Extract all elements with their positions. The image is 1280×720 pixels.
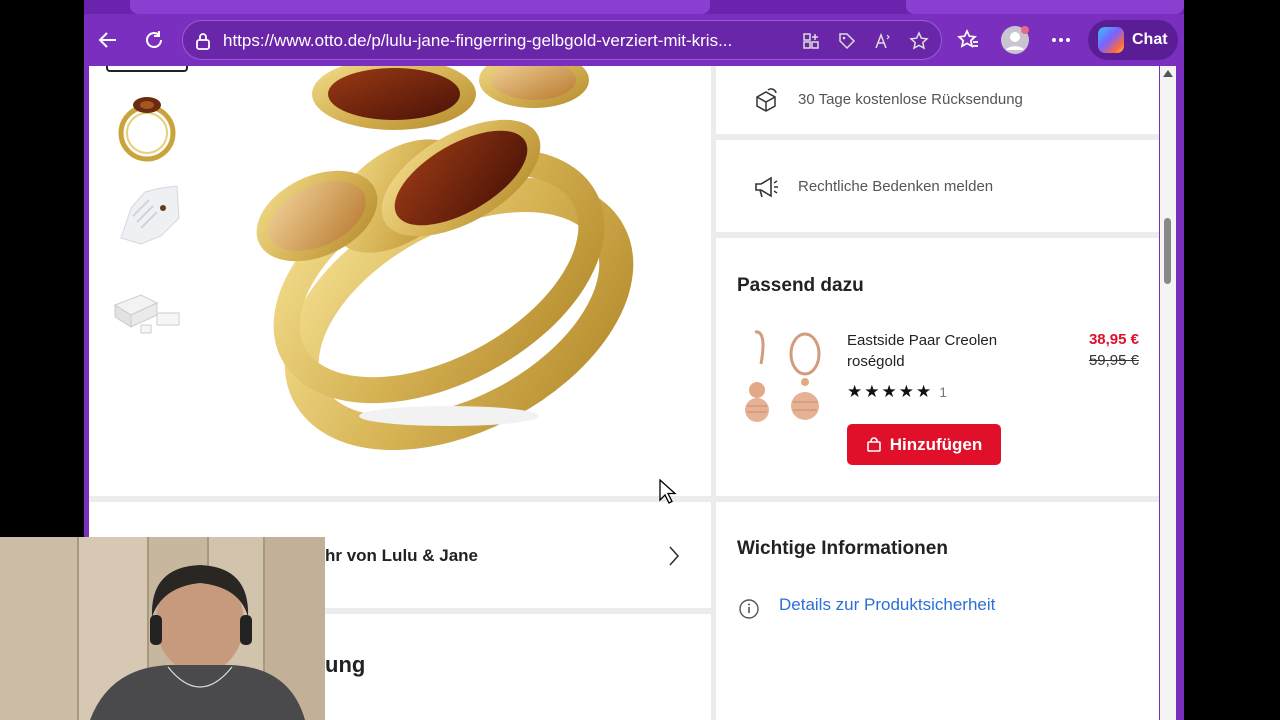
return-box-icon [756,88,777,112]
favorites-icon[interactable] [952,24,984,56]
chevron-right-icon [669,546,680,566]
back-icon[interactable] [92,24,124,56]
star-icon: ★ [864,382,880,401]
add-to-cart-label: Hinzufügen [889,434,983,454]
webcam-overlay [0,537,325,720]
returns-row: 30 Tage kostenlose Rücksendung [716,66,1159,134]
address-bar[interactable]: https://www.otto.de/p/lulu-jane-fingerri… [182,20,942,60]
lock-icon[interactable] [193,31,213,56]
add-to-cart-button[interactable]: Hinzufügen [847,424,1001,465]
rating-stars[interactable]: ★ ★ ★ ★ ★ 1 [847,382,947,402]
product-safety-link[interactable]: Details zur Produktsicherheit [779,595,995,615]
scroll-up-arrow-icon[interactable] [1163,70,1173,77]
price-sale: 38,95 € [1088,331,1139,348]
recommended-product-name[interactable]: Eastside Paar Creolen roségold [847,330,1027,372]
important-info-heading: Wichtige Informationen [737,538,948,559]
thumbnail-selected-indicator [106,66,188,72]
important-info-card: Wichtige Informationen Details zur Produ… [716,502,1159,720]
star-icon: ★ [916,382,932,401]
product-gallery [89,66,711,496]
copilot-icon [1098,27,1124,53]
thumbnail-ring-hand[interactable] [107,174,187,254]
page-scrollbar[interactable] [1160,66,1176,720]
read-aloud-icon[interactable] [869,29,897,53]
browser-toolbar: https://www.otto.de/p/lulu-jane-fingerri… [84,14,1184,66]
mouse-cursor-icon [659,479,677,504]
product-main-image[interactable] [229,66,689,466]
reload-icon[interactable] [138,24,170,56]
star-icon: ★ [898,382,914,401]
thumbnail-packaging[interactable] [107,272,187,352]
report-text[interactable]: Rechtliche Bedenken melden [798,178,993,195]
shopping-bag-icon [866,436,881,452]
report-concern-row[interactable]: Rechtliche Bedenken melden [716,140,1159,232]
tab-active[interactable] [130,0,710,14]
earring-product-image[interactable] [737,328,827,424]
profile-avatar[interactable] [999,24,1031,56]
rating-count: 1 [939,384,948,400]
copilot-chat-button[interactable]: Chat [1088,20,1178,60]
chat-label: Chat [1132,31,1168,48]
recommendation-card: Passend dazu Eastside Paar Creolen roség… [716,238,1159,496]
coupon-tag-icon[interactable] [833,29,861,53]
brand-row-label: hr von Lulu & Jane [325,546,479,565]
scrollbar-thumb[interactable] [1164,218,1171,284]
url-text[interactable]: https://www.otto.de/p/lulu-jane-fingerri… [223,31,732,51]
recommendation-heading: Passend dazu [737,275,864,296]
app-available-icon[interactable] [797,29,825,53]
price-original: 59,95 € [1088,352,1139,369]
description-heading: ung [325,652,366,677]
tab-strip [84,0,1184,14]
more-menu-icon[interactable] [1045,24,1077,56]
returns-text: 30 Tage kostenlose Rücksendung [798,91,1023,108]
thumbnail-ring-side[interactable] [107,88,187,168]
info-icon [739,599,759,619]
megaphone-icon [755,176,778,198]
star-icon: ★ [881,382,897,401]
favorite-star-icon[interactable] [905,29,933,53]
star-icon: ★ [847,382,863,401]
tab-other[interactable] [906,0,1184,14]
